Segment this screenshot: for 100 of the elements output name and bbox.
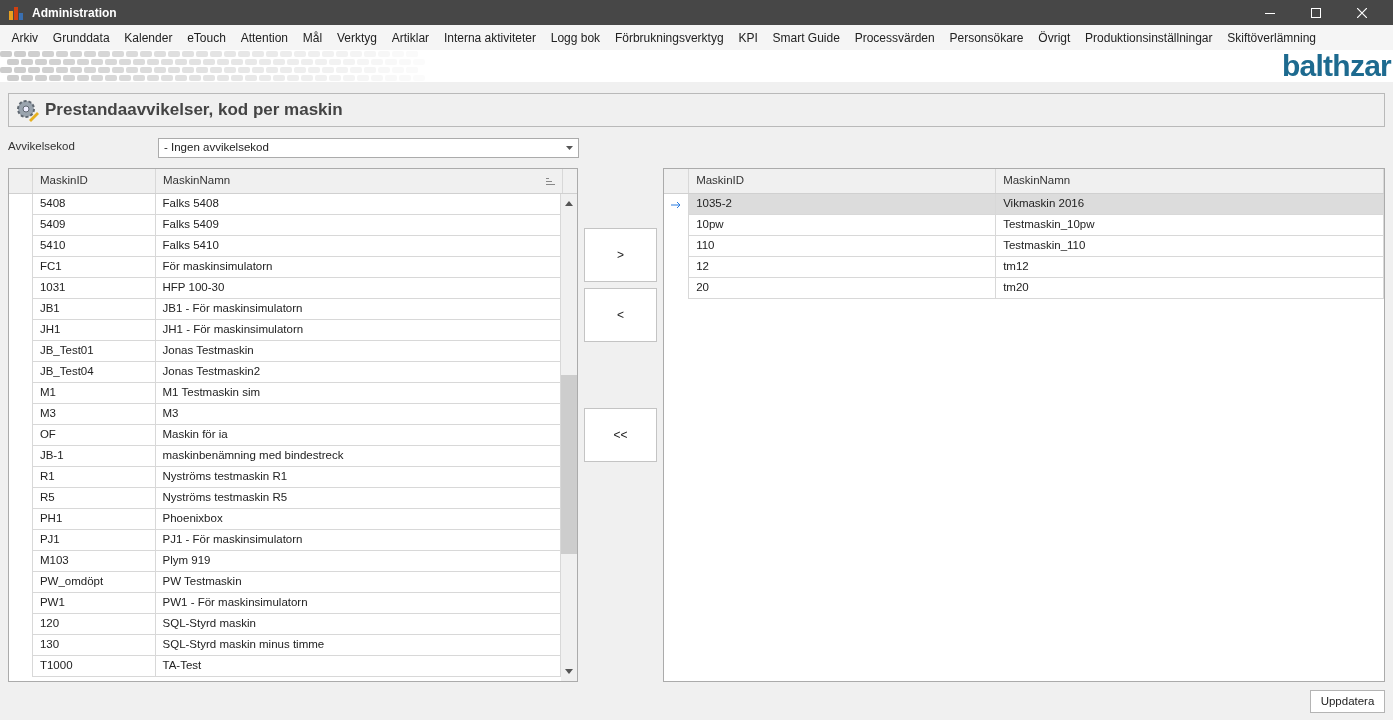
table-row[interactable]: OF Maskin för ia (9, 425, 562, 446)
table-cell: Plym 919 (155, 551, 562, 572)
table-cell: PW Testmaskin (155, 572, 562, 593)
table-row[interactable]: R5 Nyströms testmaskin R5 (9, 488, 562, 509)
table-cell: maskinbenämning med bindestreck (155, 446, 562, 467)
table-cell: 10pw (689, 215, 997, 236)
menu-item[interactable]: Produktionsinställningar (1077, 28, 1220, 47)
table-row[interactable]: JB_Test04 Jonas Testmaskin2 (9, 362, 562, 383)
table-row[interactable]: 5409 Falks 5409 (9, 215, 562, 236)
table-cell: 5408 (32, 194, 156, 215)
menu-item[interactable]: Arkiv (4, 28, 46, 47)
window-title: Administration (32, 4, 117, 22)
menu-item[interactable]: Logg bok (543, 28, 608, 47)
table-cell: PJ1 (32, 530, 156, 551)
table-row[interactable]: PJ1 PJ1 - För maskinsimulatorn (9, 530, 562, 551)
table-row[interactable]: 10pw Testmaskin_10pw (664, 215, 1384, 236)
column-header[interactable]: MaskinNamn (996, 169, 1384, 193)
table-cell: PW1 (32, 593, 156, 614)
menu-item[interactable]: eTouch (179, 28, 234, 47)
table-row[interactable]: 20 tm20 (664, 278, 1384, 299)
table-row[interactable]: JH1 JH1 - För maskinsimulatorn (9, 320, 562, 341)
gear-icon (15, 98, 39, 122)
table-cell: JB_Test04 (32, 362, 156, 383)
menu-item[interactable]: Personsökare (942, 28, 1031, 47)
caret-icon (566, 146, 573, 150)
table-row[interactable]: JB-1 maskinbenämning med bindestreck (9, 446, 562, 467)
table-cell: M3 (32, 404, 156, 425)
table-row[interactable]: M3 M3 (9, 404, 562, 425)
table-row[interactable]: M1 M1 Testmaskin sim (9, 383, 562, 404)
table-cell: SQL-Styrd maskin (155, 614, 562, 635)
menu-item[interactable]: Skiftöverlämning (1219, 28, 1324, 47)
menu-item[interactable]: KPI (731, 28, 766, 47)
scrollbar[interactable] (561, 194, 578, 681)
table-row[interactable]: FC1 För maskinsimulatorn (9, 257, 562, 278)
table-row[interactable]: PH1 Phoenixbox (9, 509, 562, 530)
table-cell: tm12 (996, 257, 1384, 278)
menu-item[interactable]: Interna aktiviteter (436, 28, 544, 47)
table-cell: Testmaskin_10pw (996, 215, 1384, 236)
table-cell: JH1 - För maskinsimulatorn (155, 320, 562, 341)
table-row[interactable]: 130 SQL-Styrd maskin minus timme (9, 635, 562, 656)
table-cell: PJ1 - För maskinsimulatorn (155, 530, 562, 551)
menu-item[interactable]: Attention (233, 28, 296, 47)
table-cell: tm20 (996, 278, 1384, 299)
table-row[interactable]: PW_omdöpt PW Testmaskin (9, 572, 562, 593)
scroll-up-icon (565, 201, 574, 206)
transfer-button[interactable]: > (584, 228, 658, 282)
table-row[interactable]: R1 Nyströms testmaskin R1 (9, 467, 562, 488)
table-row[interactable]: 12 tm12 (664, 257, 1384, 278)
table-cell: SQL-Styrd maskin minus timme (155, 635, 562, 656)
menu-item[interactable]: Kalender (116, 28, 180, 47)
table-row[interactable]: JB1 JB1 - För maskinsimulatorn (9, 299, 562, 320)
table-row[interactable]: JB_Test01 Jonas Testmaskin (9, 341, 562, 362)
update-button[interactable]: Uppdatera (1310, 690, 1385, 713)
table-cell: Jonas Testmaskin2 (155, 362, 562, 383)
table-row[interactable]: 5408 Falks 5408 (9, 194, 562, 215)
table-cell: R1 (32, 467, 156, 488)
menu-item[interactable]: Övrigt (1030, 28, 1078, 47)
table-row[interactable]: 110 Testmaskin_110 (664, 236, 1384, 257)
menu-item[interactable]: Smart Guide (765, 28, 848, 47)
table-cell: Jonas Testmaskin (155, 341, 562, 362)
table-cell: 1035-2 (689, 194, 997, 215)
table-cell: HFP 100-30 (155, 278, 562, 299)
table-cell: JB_Test01 (32, 341, 156, 362)
filter-label: Avvikelsekod (8, 139, 76, 154)
table-cell: Maskin för ia (155, 425, 562, 446)
menu-item[interactable]: Förbrukningsverktyg (607, 28, 731, 47)
close-icon (1357, 7, 1367, 18)
column-header[interactable]: MaskinID (33, 169, 156, 193)
table-row[interactable]: 120 SQL-Styrd maskin (9, 614, 562, 635)
table-row[interactable]: PW1 PW1 - För maskinsimulatorn (9, 593, 562, 614)
table-row[interactable]: 1031 HFP 100-30 (9, 278, 562, 299)
menu-item[interactable]: Verktyg (329, 28, 385, 47)
table-cell: 5409 (32, 215, 156, 236)
app-icon (8, 4, 24, 21)
menu-item[interactable]: Grunddata (45, 28, 117, 47)
table-row[interactable]: T1000 TA-Test (9, 656, 562, 677)
menu-item[interactable]: Mål (295, 28, 330, 47)
arrow-icon (671, 200, 682, 209)
transfer-button[interactable]: << (584, 408, 658, 462)
maximize-icon (1311, 7, 1321, 18)
table-row[interactable]: M103 Plym 919 (9, 551, 562, 572)
deviation-code-dropdown[interactable]: - Ingen avvikelsekod (158, 138, 579, 158)
table-row[interactable]: 1035-2 Vikmaskin 2016 (664, 194, 1384, 215)
logo: balthzar (1281, 50, 1391, 82)
table-cell: För maskinsimulatorn (155, 257, 562, 278)
table-cell: Nyströms testmaskin R5 (155, 488, 562, 509)
page-title: Prestandaavvikelser, kod per maskin (45, 99, 343, 122)
column-header[interactable]: MaskinNamn (156, 169, 563, 193)
table-cell: 20 (689, 278, 997, 299)
scrollbar-thumb[interactable] (561, 375, 578, 554)
menu-item[interactable]: Processvärden (847, 28, 943, 47)
table-cell: TA-Test (155, 656, 562, 677)
table-cell: 120 (32, 614, 156, 635)
transfer-button[interactable]: < (584, 288, 658, 342)
table-row[interactable]: 5410 Falks 5410 (9, 236, 562, 257)
table-cell: OF (32, 425, 156, 446)
menu-item[interactable]: Artiklar (384, 28, 437, 47)
scroll-down-icon (565, 669, 574, 674)
table-cell: 1031 (32, 278, 156, 299)
column-header[interactable]: MaskinID (689, 169, 997, 193)
